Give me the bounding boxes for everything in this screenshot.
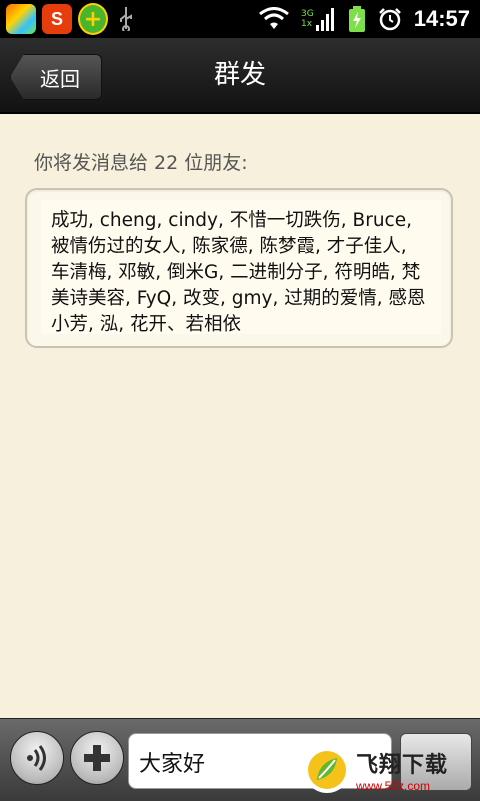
notification-icons: S + <box>0 3 138 35</box>
signal-icon: 3G 1x <box>301 7 336 31</box>
network-label: 3G <box>301 9 314 19</box>
message-input[interactable]: 大家好 <box>128 733 392 789</box>
360-security-icon: + <box>78 3 108 35</box>
plus-button[interactable] <box>70 731 124 785</box>
recipients-box[interactable]: 成功, cheng, cindy, 不惜一切跌伤, Bruce, 被情伤过的女人… <box>25 188 453 348</box>
send-button[interactable] <box>400 733 472 791</box>
status-icons: 3G 1x 14:57 <box>259 0 470 38</box>
plus-icon <box>84 745 110 771</box>
recipient-summary: 你将发消息给 22 位朋友: <box>34 152 248 174</box>
title-bar: 返回 群发 <box>0 38 480 114</box>
battery-charging-icon <box>348 6 366 32</box>
sogou-input-icon: S <box>42 4 72 34</box>
wifi-icon <box>259 7 289 31</box>
composer-bar: 大家好 <box>0 718 480 801</box>
clock: 14:57 <box>413 6 470 31</box>
page-title: 群发 <box>213 60 266 90</box>
colorful-app-icon <box>6 4 36 34</box>
voice-wave-icon <box>27 745 46 771</box>
status-bar: S + 3G 1x 14:57 <box>0 0 480 38</box>
usb-icon <box>114 5 138 33</box>
alarm-icon <box>378 7 402 31</box>
recipients-list: 成功, cheng, cindy, 不惜一切跌伤, Bruce, 被情伤过的女人… <box>41 200 441 335</box>
network-sublabel: 1x <box>301 19 313 29</box>
voice-button[interactable] <box>10 731 64 785</box>
